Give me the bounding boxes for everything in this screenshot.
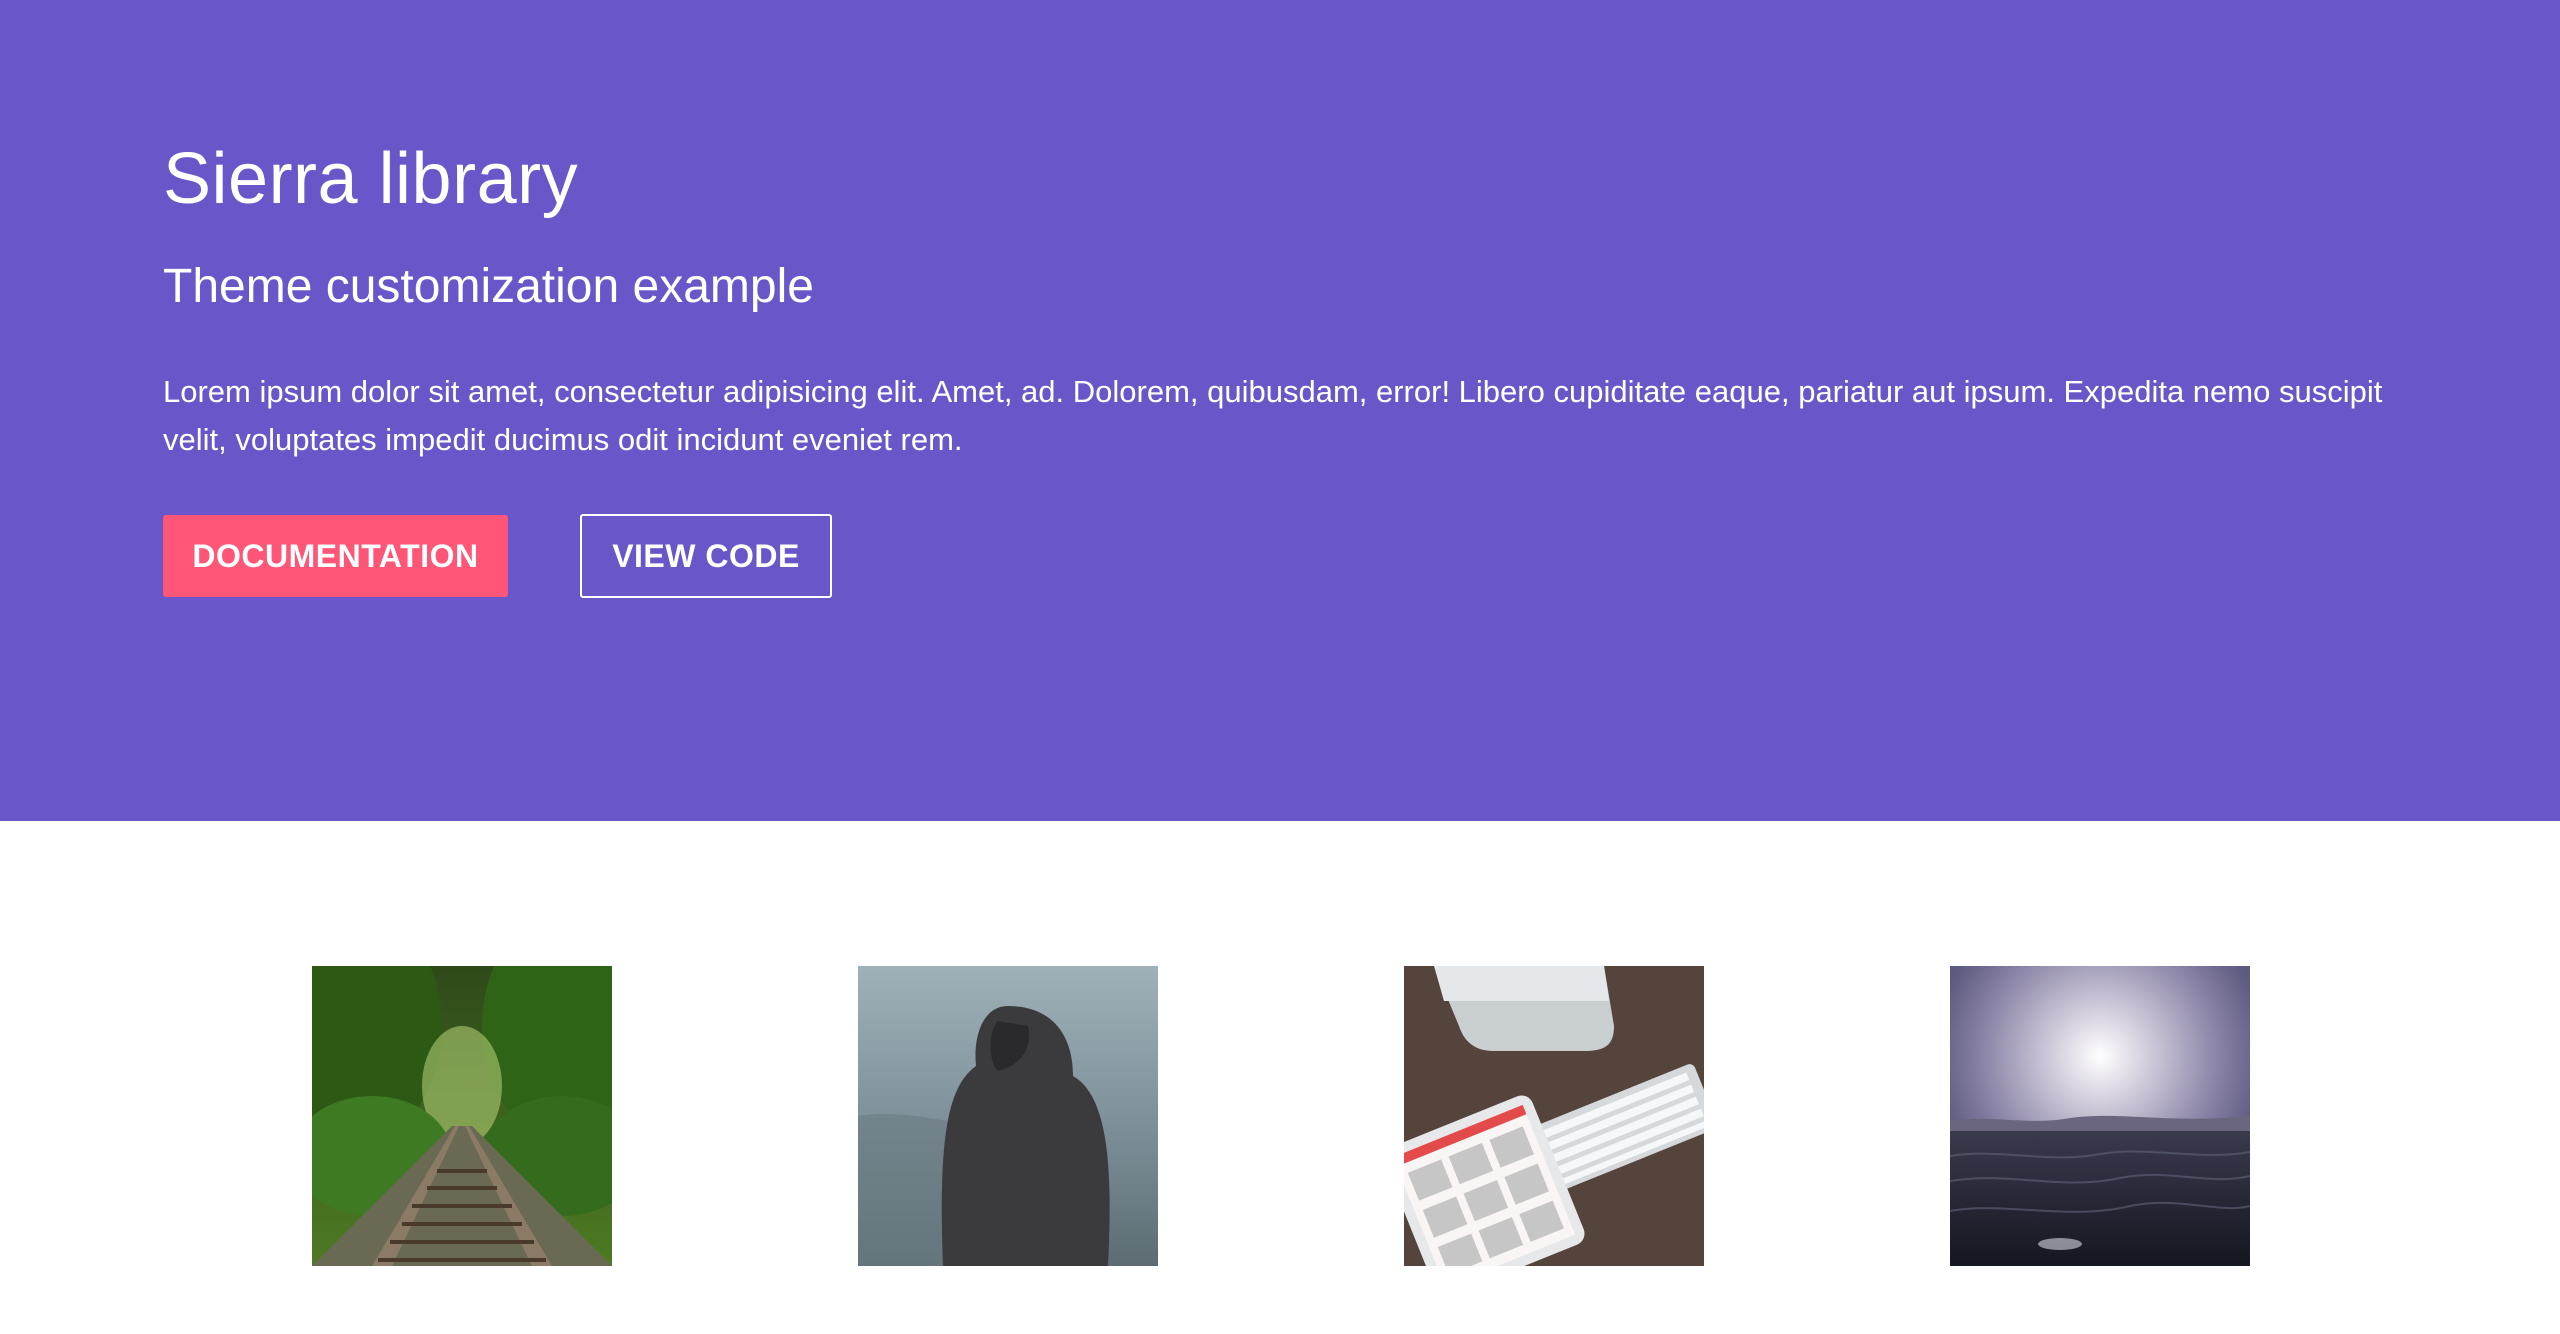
page-title: Sierra library xyxy=(163,139,579,219)
hero-section: Sierra library Theme customization examp… xyxy=(0,0,2560,821)
documentation-button[interactable]: DOCUMENTATION xyxy=(163,515,508,597)
image-gallery xyxy=(0,821,2560,1334)
hero-description: Lorem ipsum dolor sit amet, consectetur … xyxy=(163,374,2383,457)
view-code-button[interactable]: VIEW CODE xyxy=(580,514,832,598)
hooded-person-sea-photo xyxy=(858,966,1158,1266)
forest-railway-photo xyxy=(312,966,612,1266)
page-subtitle: Theme customization example xyxy=(163,260,814,313)
desk-tablet-keyboard-photo xyxy=(1404,966,1704,1266)
ocean-sunset-photo xyxy=(1950,966,2250,1266)
